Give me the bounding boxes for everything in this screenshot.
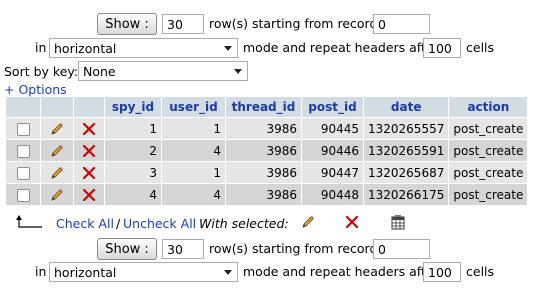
table-row: 2 4 3986 90446 1320265591 post_create [6,140,528,161]
sort-by-key-label: Sort by key: [4,64,79,79]
table-header-row: spy_id user_id thread_id post_id date ac… [6,97,528,117]
cells-text-bottom: cells [466,264,495,279]
row-checkbox[interactable] [16,166,30,180]
chevron-down-icon [234,69,242,74]
cell-thread-id: 3986 [226,118,301,139]
red-x-icon[interactable] [74,184,104,205]
rows-text-top: row(s) starting from record # [209,16,392,31]
cell-thread-id: 3986 [226,184,301,205]
row-select-cell [6,162,40,183]
column-header-post-id[interactable]: post_id [302,97,363,117]
cell-post-id: 90446 [302,140,363,161]
corner-arrow-icon [14,214,44,233]
cell-thread-id: 3986 [226,140,301,161]
cell-user-id: 4 [162,140,225,161]
mode-select-bottom[interactable]: horizontal [49,262,238,282]
table-row: 4 4 3986 90448 1320266175 post_create [6,184,528,205]
column-header-spy-id[interactable]: spy_id [105,97,161,117]
cell-post-id: 90447 [302,162,363,183]
chevron-down-icon [224,46,232,51]
row-select-cell [6,118,40,139]
edit-selected-pencil-icon[interactable] [300,214,316,233]
show-button-bottom[interactable]: Show : [97,238,157,260]
rows-text-bottom: row(s) starting from record # [209,241,392,256]
edit-icon[interactable] [41,140,73,161]
red-x-icon[interactable] [74,118,104,139]
cell-spy-id: 2 [105,140,161,161]
sort-by-key-value: None [83,63,116,79]
mode-select-top[interactable]: horizontal [49,38,238,58]
cell-user-id: 1 [162,118,225,139]
cell-user-id: 1 [162,162,225,183]
row-select-cell [6,184,40,205]
sort-by-key-select[interactable]: None [78,61,248,81]
start-record-input-bottom[interactable]: 0 [373,239,430,259]
cell-spy-id: 3 [105,162,161,183]
cell-thread-id: 3986 [226,162,301,183]
row-checkbox[interactable] [16,144,30,158]
header-delete-cell [74,97,104,117]
uncheck-all-link[interactable]: Uncheck All [123,216,196,231]
cell-date: 1320266175 [364,184,449,205]
start-record-input-top[interactable]: 0 [373,14,430,34]
row-checkbox[interactable] [16,122,30,136]
check-all-link[interactable]: Check All [56,216,114,231]
with-selected-label: With selected: [199,216,289,231]
column-header-action[interactable]: action [449,97,528,117]
header-checkbox-cell [6,97,40,117]
chevron-down-icon [224,270,232,275]
cell-post-id: 90448 [302,184,363,205]
mode-select-bottom-value: horizontal [54,264,117,280]
cell-date: 1320265591 [364,140,449,161]
cell-action: post_create [449,162,528,183]
in-label-top: in [35,40,47,55]
options-link[interactable]: + Options [4,82,67,97]
mode-text-bottom: mode and repeat headers after [243,264,439,279]
show-button-top[interactable]: Show : [97,13,157,35]
check-separator: / [116,216,121,231]
mode-select-top-value: horizontal [54,40,117,56]
repeat-headers-input-top[interactable]: 100 [423,38,461,58]
mode-text-top: mode and repeat headers after [243,40,439,55]
edit-icon[interactable] [41,184,73,205]
in-label-bottom: in [35,264,47,279]
cell-action: post_create [449,118,528,139]
cells-text-top: cells [466,40,495,55]
repeat-headers-input-bottom[interactable]: 100 [423,262,461,282]
cell-date: 1320265687 [364,162,449,183]
cell-user-id: 4 [162,184,225,205]
rows-input-top[interactable]: 30 [162,14,204,34]
row-select-cell [6,140,40,161]
column-header-date[interactable]: date [364,97,449,117]
delete-selected-red-x-icon[interactable] [345,215,359,232]
cell-post-id: 90445 [302,118,363,139]
column-header-thread-id[interactable]: thread_id [226,97,301,117]
red-x-icon[interactable] [74,162,104,183]
table-row: 1 1 3986 90445 1320265557 post_create [6,118,528,139]
export-table-icon[interactable] [390,214,406,234]
header-edit-cell [41,97,73,117]
cell-date: 1320265557 [364,118,449,139]
results-table: spy_id user_id thread_id post_id date ac… [5,96,528,206]
edit-icon[interactable] [41,162,73,183]
cell-action: post_create [449,184,528,205]
row-checkbox[interactable] [16,188,30,202]
cell-spy-id: 4 [105,184,161,205]
edit-icon[interactable] [41,118,73,139]
cell-spy-id: 1 [105,118,161,139]
cell-action: post_create [449,140,528,161]
rows-input-bottom[interactable]: 30 [162,239,204,259]
red-x-icon[interactable] [74,140,104,161]
column-header-user-id[interactable]: user_id [162,97,225,117]
table-row: 3 1 3986 90447 1320265687 post_create [6,162,528,183]
